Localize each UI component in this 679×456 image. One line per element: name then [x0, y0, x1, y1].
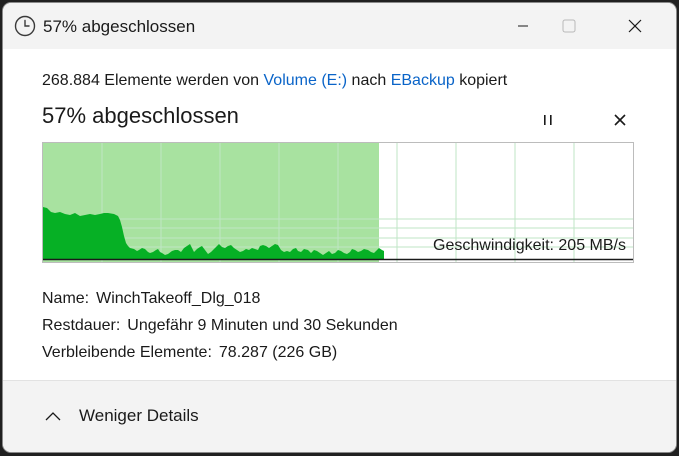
close-button[interactable] — [612, 3, 658, 49]
source-link[interactable]: Volume (E:) — [264, 72, 348, 89]
pause-icon — [544, 115, 552, 125]
cancel-button[interactable] — [607, 108, 633, 132]
maximize-button — [546, 3, 592, 49]
copy-middle: nach — [351, 72, 387, 89]
less-details-label: Weniger Details — [79, 406, 199, 425]
detail-name-row: Name: WinchTakeoff_Dlg_018 — [42, 285, 398, 312]
maximize-icon — [562, 19, 576, 33]
remaining-time-value: Ungefähr 9 Minuten und 30 Sekunden — [127, 317, 398, 334]
window-title: 57% abgeschlossen — [43, 17, 196, 36]
less-details-button[interactable]: Weniger Details — [43, 403, 199, 429]
chevron-up-icon — [45, 412, 61, 421]
dialog-footer: Weniger Details — [3, 380, 676, 452]
remaining-items-value: 78.287 (226 GB) — [218, 344, 338, 361]
detail-remaining-time-row: Restdauer: Ungefähr 9 Minuten und 30 Seku… — [42, 312, 398, 339]
copy-prefix: 268.884 Elemente werden von — [42, 72, 260, 89]
throughput-graph: Geschwindigkeit: 205 MB/s — [42, 142, 634, 263]
dialog-content: 268.884 Elemente werden von Volume (E:) … — [3, 49, 676, 380]
destination-link[interactable]: EBackup — [391, 72, 455, 89]
pause-button[interactable] — [535, 108, 561, 132]
copy-progress-dialog: 57% abgeschlossen 268.884 Elemente werde… — [3, 3, 676, 452]
minimize-icon — [518, 25, 528, 27]
remaining-items-label: Verbleibende Elemente: — [42, 344, 212, 361]
title-bar: 57% abgeschlossen — [3, 3, 676, 49]
progress-title: 57% abgeschlossen — [42, 103, 239, 128]
copy-summary: 268.884 Elemente werden von Volume (E:) … — [42, 72, 507, 90]
remaining-time-label: Restdauer: — [42, 317, 121, 334]
minimize-button[interactable] — [500, 3, 546, 49]
clock-icon — [14, 15, 36, 37]
copy-suffix: kopiert — [459, 72, 508, 89]
name-label: Name: — [42, 290, 90, 307]
details-section: Name: WinchTakeoff_Dlg_018 Restdauer: Unge… — [42, 285, 398, 366]
speed-label: Geschwindigkeit: 205 MB/s — [433, 237, 626, 254]
name-value: WinchTakeoff_Dlg_018 — [96, 290, 261, 307]
detail-remaining-items-row: Verbleibende Elemente: 78.287 (226 GB) — [42, 339, 398, 366]
close-icon — [628, 19, 642, 33]
cancel-icon — [614, 114, 626, 126]
